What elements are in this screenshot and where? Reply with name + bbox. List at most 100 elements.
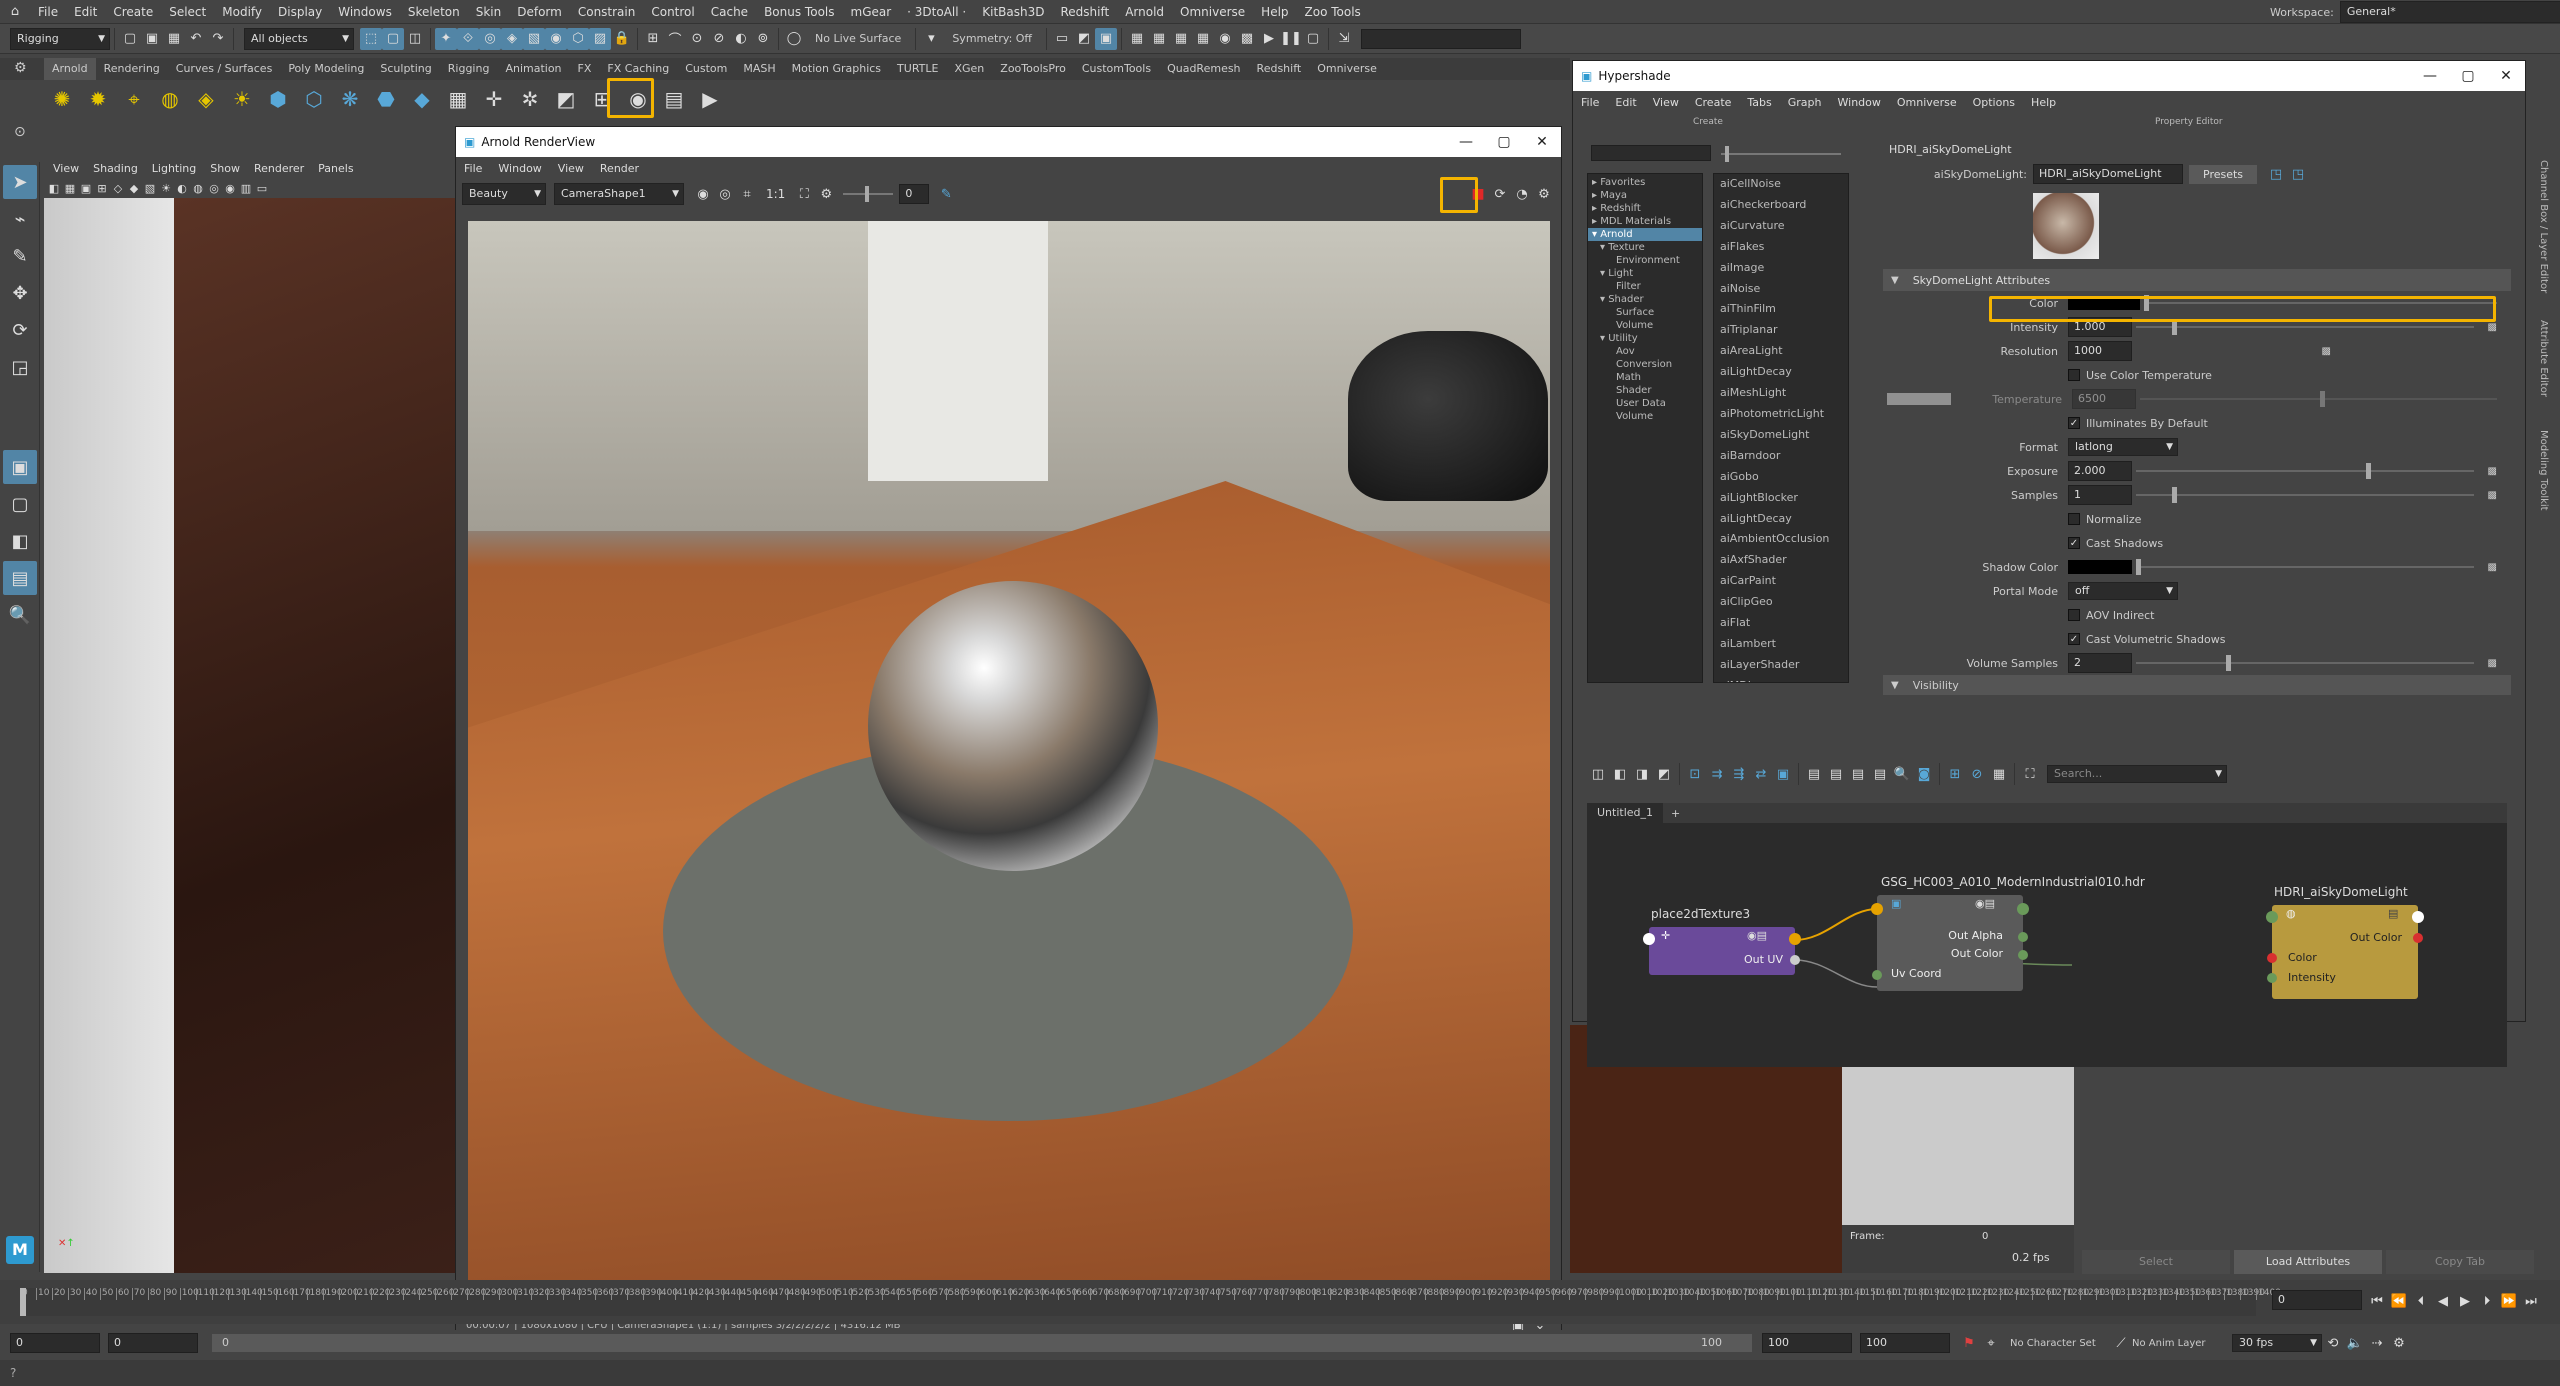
image-plane-icon[interactable]: ▣: [78, 179, 94, 197]
map-button-icon[interactable]: ▩: [2488, 322, 2497, 333]
render-settings-icon[interactable]: ▦: [1192, 28, 1214, 50]
menu-item[interactable]: mGear: [843, 0, 900, 24]
physical-sky-icon[interactable]: ☀: [227, 84, 257, 114]
tree-item[interactable]: ▾ Texture: [1588, 241, 1702, 254]
cast-shadows-checkbox[interactable]: ✓: [2068, 537, 2080, 549]
fps-select[interactable]: 30 fps ▼: [2232, 1334, 2322, 1352]
input-line-icon[interactable]: ⇲: [1333, 28, 1355, 50]
playback-end-field[interactable]: 100: [1762, 1333, 1852, 1353]
panel-menu-item[interactable]: Panels: [311, 160, 360, 178]
four-view-icon[interactable]: ▢: [3, 487, 37, 521]
shelf-tab[interactable]: FX: [570, 58, 600, 80]
node-list-item[interactable]: aiBarndoor: [1714, 446, 1848, 467]
hud-icon[interactable]: ▥: [238, 179, 254, 197]
graph-expand-icon[interactable]: ⛶: [2019, 763, 2041, 785]
key-icon[interactable]: ⌖: [1980, 1332, 2002, 1354]
tree-item[interactable]: User Data: [1588, 397, 1702, 410]
mask-icon[interactable]: ✦: [435, 27, 457, 50]
section-header[interactable]: ▼ SkyDomeLight Attributes: [1883, 269, 2511, 291]
port-dot[interactable]: [2412, 911, 2424, 923]
aov-select[interactable]: Beauty ▼: [462, 183, 546, 205]
shadow-color-swatch[interactable]: [2068, 560, 2132, 574]
texture-icon[interactable]: ▧: [142, 179, 158, 197]
mask-icon[interactable]: ◎: [479, 27, 501, 50]
node-list-item[interactable]: aiMDL: [1714, 676, 1848, 682]
select-object-icon[interactable]: ▢: [382, 27, 404, 50]
tree-item[interactable]: Volume: [1588, 319, 1702, 332]
shelf-tab[interactable]: Animation: [497, 58, 569, 80]
map-button-icon[interactable]: ▩: [2488, 466, 2497, 477]
mask-icon[interactable]: ▧: [523, 27, 545, 50]
volume-icon[interactable]: ⬡: [299, 84, 329, 114]
menu-item[interactable]: Skin: [468, 0, 510, 24]
play-icon[interactable]: ▶: [1258, 28, 1280, 50]
menu-item[interactable]: KitBash3D: [974, 0, 1052, 24]
render-icon[interactable]: ▦: [1170, 28, 1192, 50]
panel-menu-item[interactable]: Renderer: [247, 160, 311, 178]
tree-item[interactable]: Shader: [1588, 384, 1702, 397]
flake-icon[interactable]: ✲: [515, 84, 545, 114]
graph-layout-icon[interactable]: ⇉: [1706, 763, 1728, 785]
time-slider[interactable]: 0102030405060708090100110120130140150160…: [0, 1280, 2560, 1324]
tree-item[interactable]: ▾ Arnold: [1588, 228, 1702, 241]
renderview-menu-item[interactable]: File: [456, 162, 490, 175]
graph-view2-icon[interactable]: ▤: [1825, 763, 1847, 785]
bookmark-icon[interactable]: ▦: [62, 179, 78, 197]
anim-prefs-icon[interactable]: ⇢: [2366, 1332, 2388, 1354]
maximize-icon[interactable]: ▢: [1485, 134, 1523, 150]
outliner-view-icon[interactable]: ▤: [3, 561, 37, 595]
menuset-select[interactable]: Rigging ▼: [10, 27, 110, 50]
node-list-item[interactable]: aiThinFilm: [1714, 299, 1848, 320]
node-swatch-icon[interactable]: ▤: [2388, 907, 2398, 920]
snap-point-icon[interactable]: ⊙: [686, 28, 708, 50]
menu-item[interactable]: Deform: [509, 0, 570, 24]
snap-surface-icon[interactable]: ◐: [730, 28, 752, 50]
mask-icon[interactable]: ⟐: [457, 27, 479, 50]
render-frame-icon[interactable]: ▦: [1126, 28, 1148, 50]
node-list-item[interactable]: aiAreaLight: [1714, 341, 1848, 362]
graph-layout2-icon[interactable]: ⇶: [1728, 763, 1750, 785]
mask-icon[interactable]: ◈: [501, 27, 523, 50]
close-icon[interactable]: ✕: [2487, 68, 2525, 84]
port-color[interactable]: Color: [2288, 951, 2317, 964]
illum-checkbox[interactable]: ✓: [2068, 417, 2080, 429]
shelf-tab[interactable]: CustomTools: [1074, 58, 1159, 80]
graph-in-out-icon[interactable]: ◩: [1653, 763, 1675, 785]
temperature-slider[interactable]: [2140, 391, 2497, 407]
hypershade-menu-item[interactable]: Graph: [1780, 96, 1830, 109]
selection-mask-select[interactable]: All objects ▼: [244, 27, 354, 50]
sky-dome-light-icon[interactable]: ◍: [155, 84, 185, 114]
menu-item[interactable]: Zoo Tools: [1297, 0, 1369, 24]
node-list-item[interactable]: aiPhotometricLight: [1714, 404, 1848, 425]
shelf-tab[interactable]: Arnold: [44, 58, 96, 80]
renderview-menu-item[interactable]: Window: [490, 162, 549, 175]
samples-slider[interactable]: [2136, 487, 2474, 503]
snapshot-icon[interactable]: ◎: [714, 183, 736, 205]
format-select[interactable]: latlong ▼: [2068, 438, 2178, 456]
autokey-icon[interactable]: ⚑: [1958, 1332, 1980, 1354]
stop-icon[interactable]: ▢: [1302, 28, 1324, 50]
node-list-item[interactable]: aiFlat: [1714, 613, 1848, 634]
side-tab-modeling-toolkit[interactable]: Modeling Toolkit: [2538, 430, 2549, 530]
tree-item[interactable]: ▾ Light: [1588, 267, 1702, 280]
menu-item[interactable]: Skeleton: [400, 0, 468, 24]
attr-editor-button-2[interactable]: Load Attributes: [2234, 1250, 2382, 1274]
shelf-tab[interactable]: Custom: [677, 58, 735, 80]
visibility-section[interactable]: ▼ Visibility: [1883, 675, 2511, 695]
channel-icon[interactable]: ◉: [692, 183, 714, 205]
presets-button[interactable]: Presets: [2189, 164, 2258, 184]
port-out-color[interactable]: Out Color: [2350, 931, 2402, 944]
material-icon[interactable]: ⬣: [371, 84, 401, 114]
menu-item[interactable]: File: [30, 0, 66, 24]
menu-item[interactable]: · 3DtoAll ·: [899, 0, 974, 24]
grid-icon[interactable]: ⊞: [94, 179, 110, 197]
mask-icon[interactable]: ◉: [545, 27, 567, 50]
menu-item[interactable]: Control: [643, 0, 702, 24]
graph-search-field[interactable]: Search... ▼: [2047, 765, 2227, 783]
graph-clear-icon[interactable]: ◫: [1587, 763, 1609, 785]
node-swatch-icon[interactable]: ◉▤: [1747, 929, 1767, 942]
node-list-item[interactable]: aiClipGeo: [1714, 592, 1848, 613]
mesh-light-icon[interactable]: ◈: [191, 84, 221, 114]
symmetry-icon[interactable]: ▾: [920, 28, 942, 50]
menu-item[interactable]: Cache: [703, 0, 756, 24]
